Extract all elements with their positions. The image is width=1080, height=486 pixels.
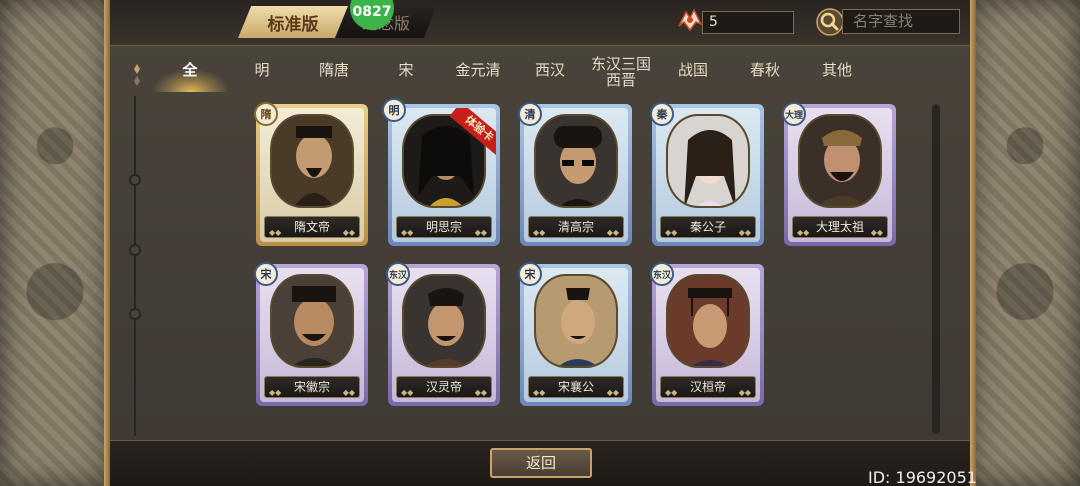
right-border xyxy=(970,0,976,486)
right-decor-panel xyxy=(970,0,1080,486)
filter-zhanguo[interactable]: 战国 xyxy=(678,62,708,78)
filter-jinyuanqing[interactable]: 金元清 xyxy=(455,62,500,78)
dynasty-badge: 东汉 xyxy=(650,262,674,286)
hero-card[interactable]: 宋 ◆◆ 宋徽宗 ◆◆ xyxy=(254,262,368,406)
left-decor-panel xyxy=(0,0,110,486)
top-bar: 纪念版 标准版 0827 5 名字查找 xyxy=(110,0,970,46)
hero-card[interactable]: 东汉 ◆◆ 汉桓帝 ◆◆ xyxy=(650,262,764,406)
hero-name: 汉灵帝 xyxy=(425,380,462,394)
card-list-scrollbar[interactable] xyxy=(932,104,940,434)
hero-card[interactable]: 体验卡 ◆◆ 明思宗 ◆◆ 明 xyxy=(382,98,500,246)
filter-xihan[interactable]: 西汉 xyxy=(535,62,565,78)
tab-standard-edition[interactable]: 标准版 xyxy=(238,6,348,38)
filter-all[interactable]: 全 xyxy=(182,62,197,78)
hero-name: 大理太祖 xyxy=(815,220,864,234)
hero-card[interactable]: 大理 ◆◆ 大理太祖 ◆◆ xyxy=(782,102,896,246)
dynasty-badge: 清 xyxy=(518,102,542,126)
timeline-track xyxy=(129,96,141,436)
filter-song[interactable]: 宋 xyxy=(398,62,413,78)
timeline-dot xyxy=(129,174,141,186)
hero-name: 明思宗 xyxy=(425,220,462,234)
hero-name: 隋文帝 xyxy=(293,220,330,234)
hero-portrait xyxy=(270,274,354,368)
hero-portrait xyxy=(666,274,750,368)
eagle-token-icon xyxy=(678,8,703,32)
hero-name: 宋徽宗 xyxy=(293,380,330,394)
dynasty-badge: 宋 xyxy=(518,262,542,286)
dynasty-badge: 明 xyxy=(382,98,406,122)
filter-suitang[interactable]: 隋唐 xyxy=(319,62,349,78)
hero-portrait xyxy=(534,114,618,208)
hero-portrait xyxy=(270,114,354,208)
back-button[interactable]: 返回 xyxy=(490,448,592,478)
hero-portrait xyxy=(534,274,618,368)
hero-card[interactable]: 东汉 ◆◆ 汉灵帝 ◆◆ xyxy=(386,262,500,406)
dynasty-badge: 东汉 xyxy=(386,262,410,286)
hero-name: 秦公子 xyxy=(689,220,726,234)
hero-name: 清高宗 xyxy=(557,220,594,234)
hero-portrait xyxy=(666,114,750,208)
era-filter-bar: 全 明 隋唐 宋 金元清 西汉 东汉三国 西晋 战国 春秋 其他 xyxy=(110,52,970,96)
hero-portrait xyxy=(798,114,882,208)
hero-name: 汉桓帝 xyxy=(689,380,726,394)
filter-chunqiu[interactable]: 春秋 xyxy=(750,62,780,78)
player-id-label: ID: 19692051 xyxy=(868,468,977,486)
dynasty-badge: 宋 xyxy=(254,262,278,286)
dynasty-badge: 秦 xyxy=(650,102,674,126)
timeline-dot xyxy=(129,308,141,320)
filter-ming[interactable]: 明 xyxy=(254,62,269,78)
hero-name: 宋襄公 xyxy=(557,380,594,394)
hero-card[interactable]: 秦 ◆◆ 秦公子 ◆◆ xyxy=(650,102,764,246)
dynasty-badge: 大理 xyxy=(782,102,806,126)
search-input[interactable]: 名字查找 xyxy=(842,9,960,34)
hero-portrait xyxy=(402,274,486,368)
hero-card[interactable]: 隋 ◆◆ 隋文帝 ◆◆ xyxy=(254,102,368,246)
dynasty-badge: 隋 xyxy=(254,102,278,126)
main-panel: 纪念版 标准版 0827 5 名字查找 全 明 隋唐 宋 金元清 西汉 东汉三国… xyxy=(110,0,977,486)
filter-other[interactable]: 其他 xyxy=(822,62,852,78)
filter-marker-icon xyxy=(134,64,140,86)
timeline-dot xyxy=(129,244,141,256)
filter-donghan-sanguo-xijin[interactable]: 东汉三国 西晋 xyxy=(591,56,651,88)
token-count-field: 5 xyxy=(702,11,794,34)
hero-card[interactable]: 清 ◆◆ 清高宗 ◆◆ xyxy=(518,102,632,246)
hero-card[interactable]: 宋 ◆◆ 宋襄公 ◆◆ xyxy=(518,262,632,406)
